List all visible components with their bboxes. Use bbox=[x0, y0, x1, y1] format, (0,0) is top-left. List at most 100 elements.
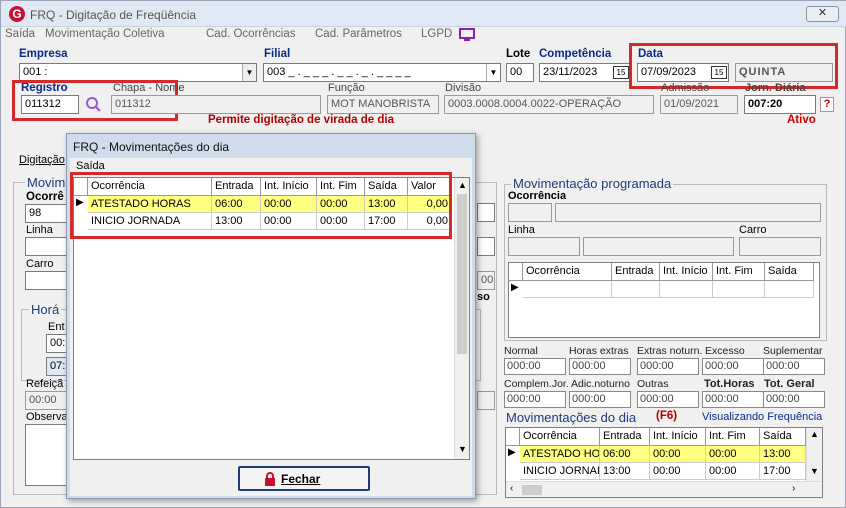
table-cell[interactable]: 13:00 bbox=[600, 463, 650, 480]
total-tot-horas: 000:00 bbox=[702, 391, 764, 408]
movimento-group-title: Movim bbox=[25, 175, 68, 190]
lote-field[interactable]: 00 bbox=[506, 63, 534, 82]
chevron-down-icon[interactable]: ▼ bbox=[810, 466, 819, 476]
title-bar: G FRQ - Digitação de Freqüência ✕ bbox=[1, 1, 846, 27]
grid-header-int-fim[interactable]: Int. Fim bbox=[706, 428, 760, 446]
tab-digitacao[interactable]: Digitação bbox=[19, 154, 65, 166]
jornada-field[interactable]: 007:20 bbox=[744, 95, 816, 114]
filial-select[interactable]: 003 _ . _ _ _ . _ _ . _ . _ _ _ _ ▼ bbox=[263, 63, 501, 82]
grid-header-int-fim[interactable]: Int. Fim bbox=[713, 263, 765, 281]
visualizando-link[interactable]: Visualizando Frequência bbox=[702, 411, 822, 423]
table-row[interactable]: ATESTADO HORAS bbox=[520, 446, 600, 463]
chevron-up-icon[interactable]: ▲ bbox=[458, 180, 467, 190]
virada-message: Permite digitação de virada de dia bbox=[208, 114, 394, 126]
table-cell[interactable] bbox=[612, 281, 660, 298]
movdia-horizontal-scrollbar[interactable]: ‹ › bbox=[506, 481, 822, 497]
observacao-field[interactable] bbox=[25, 424, 69, 486]
programada-grid[interactable]: Ocorrência Entrada Int. Início Int. Fim … bbox=[508, 262, 820, 338]
linha-label-left: Linha bbox=[26, 224, 53, 236]
table-cell[interactable]: 00:00 bbox=[706, 446, 760, 463]
menu-cad-parametros[interactable]: Cad. Parâmetros bbox=[315, 28, 402, 40]
refeicao-label: Refeiçã bbox=[26, 378, 64, 390]
chapa-field: 011312 bbox=[111, 95, 321, 114]
total-label-tot-horas: Tot.Horas bbox=[704, 378, 755, 390]
total-label-extras-noturn: Extras noturn. bbox=[637, 345, 703, 357]
ocorrencia-field-left[interactable]: 98 bbox=[25, 204, 69, 223]
divisao-label: Divisão bbox=[445, 82, 482, 94]
ent-field[interactable]: 00: bbox=[46, 334, 68, 353]
ocorrencia-field-right bbox=[508, 203, 552, 222]
calendar-icon[interactable]: 15 bbox=[613, 66, 629, 79]
scroll-thumb[interactable] bbox=[457, 194, 467, 354]
chevron-down-icon[interactable]: ▼ bbox=[242, 64, 256, 81]
dialog-title: FRQ - Movimentações do dia bbox=[73, 140, 230, 154]
linha-field-left[interactable] bbox=[25, 237, 69, 256]
monitor-icon[interactable] bbox=[459, 28, 475, 41]
movdia-grid[interactable]: Ocorrência Entrada Int. Início Int. Fim … bbox=[505, 427, 823, 498]
chevron-left-icon[interactable]: ‹ bbox=[510, 483, 513, 494]
table-cell[interactable] bbox=[660, 281, 713, 298]
scroll-thumb[interactable] bbox=[522, 485, 542, 495]
total-label-complem: Complem.Jor. bbox=[504, 378, 569, 390]
total-adic-noturno: 000:00 bbox=[569, 391, 631, 408]
total-excesso: 000:00 bbox=[702, 358, 764, 375]
grid-header-saida[interactable]: Saída bbox=[765, 263, 814, 281]
refeicao-field: 00:00 bbox=[25, 391, 69, 410]
left-right-field-2[interactable] bbox=[477, 237, 495, 256]
app-logo-icon: G bbox=[9, 6, 25, 22]
table-cell[interactable]: 00:00 bbox=[650, 463, 706, 480]
ent-field-2[interactable]: 07: bbox=[46, 357, 68, 376]
programada-title: Movimentação programada bbox=[511, 176, 674, 191]
grid-header-ocorrencia[interactable]: Ocorrência bbox=[523, 263, 612, 281]
table-cell[interactable]: 00:00 bbox=[706, 463, 760, 480]
carro-field-right bbox=[739, 237, 821, 256]
grid-header-int-inicio[interactable]: Int. Início bbox=[660, 263, 713, 281]
chevron-up-icon[interactable]: ▲ bbox=[810, 429, 819, 439]
table-row[interactable]: INICIO JORNADA bbox=[520, 463, 600, 480]
dialog-menu-saida[interactable]: Saída bbox=[76, 160, 105, 172]
grid-header-ocorrencia[interactable]: Ocorrência bbox=[520, 428, 600, 446]
left-right-field-3: 00 bbox=[477, 271, 495, 290]
table-cell[interactable]: 06:00 bbox=[600, 446, 650, 463]
grid-header-saida[interactable]: Saída bbox=[760, 428, 806, 446]
lote-label: Lote bbox=[506, 48, 531, 60]
observacao-label: Observa bbox=[26, 411, 68, 423]
total-complem: 000:00 bbox=[504, 391, 566, 408]
close-window-button[interactable]: ✕ bbox=[806, 6, 839, 22]
chevron-down-icon[interactable]: ▼ bbox=[486, 64, 500, 81]
table-cell[interactable]: 13:00 bbox=[760, 446, 806, 463]
grid-header-entrada[interactable]: Entrada bbox=[612, 263, 660, 281]
menu-saida[interactable]: Saída bbox=[5, 28, 35, 40]
chevron-right-icon[interactable]: › bbox=[792, 483, 795, 494]
table-cell[interactable]: 00:00 bbox=[650, 446, 706, 463]
carro-field-left[interactable] bbox=[25, 271, 69, 290]
chevron-down-icon[interactable]: ▼ bbox=[458, 444, 467, 454]
status-ativo: Ativo bbox=[787, 114, 816, 126]
menu-cad-ocorrencias[interactable]: Cad. Ocorrências bbox=[206, 28, 295, 40]
linha-field-right bbox=[508, 237, 580, 256]
admissao-label: Admissão bbox=[661, 82, 710, 94]
menu-lgpd[interactable]: LGPD bbox=[421, 28, 452, 40]
left-right-field-1[interactable] bbox=[477, 203, 495, 222]
fechar-button[interactable]: Fechar bbox=[238, 466, 370, 491]
table-row[interactable] bbox=[523, 281, 612, 298]
table-cell[interactable] bbox=[765, 281, 814, 298]
total-label-adic-noturno: Adic.noturno bbox=[571, 378, 630, 390]
table-cell[interactable] bbox=[713, 281, 765, 298]
table-cell[interactable]: 17:00 bbox=[760, 463, 806, 480]
grid-header-int-inicio[interactable]: Int. Início bbox=[650, 428, 706, 446]
dialog-vertical-scrollbar[interactable]: ▲ ▼ bbox=[454, 178, 469, 459]
movdia-vertical-scrollbar[interactable]: ▲ ▼ bbox=[806, 428, 822, 481]
menu-movimentacao-coletiva[interactable]: Movimentação Coletiva bbox=[45, 28, 165, 40]
total-tot-geral: 000:00 bbox=[763, 391, 825, 408]
total-horas-extras: 000:00 bbox=[569, 358, 631, 375]
grid-header-blank bbox=[506, 428, 520, 446]
left-right-field-4 bbox=[477, 391, 495, 410]
total-normal: 000:00 bbox=[504, 358, 566, 375]
grid-header-entrada[interactable]: Entrada bbox=[600, 428, 650, 446]
empresa-label: Empresa bbox=[19, 48, 68, 60]
total-label-excesso: Excesso bbox=[705, 345, 745, 357]
movimentacoes-dialog: FRQ - Movimentações do dia Saída Ocorrên… bbox=[66, 133, 476, 499]
help-button[interactable]: ? bbox=[820, 97, 834, 112]
row-pointer-icon: ▶ bbox=[511, 282, 519, 293]
